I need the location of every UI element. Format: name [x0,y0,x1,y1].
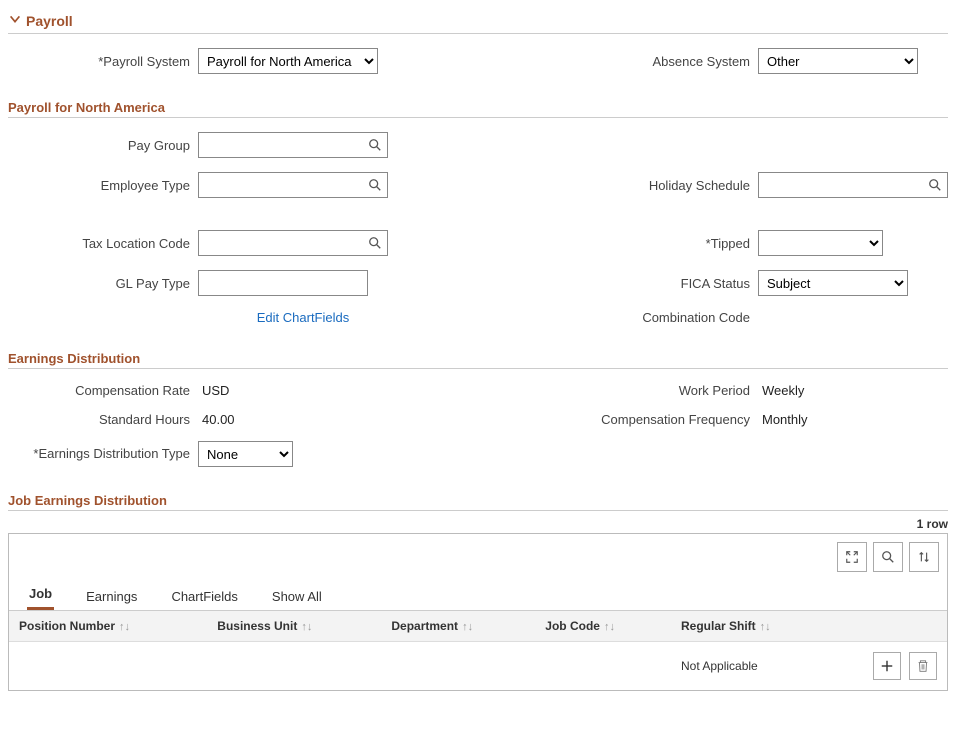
gl-pay-type-input[interactable] [198,270,368,296]
tab-earnings[interactable]: Earnings [84,583,139,610]
sort-icon: ↑↓ [760,621,771,633]
work-period-label: Work Period [568,383,758,398]
col-regular-shift[interactable]: Regular Shift↑↓ [671,611,837,642]
cell-position-number [9,642,207,691]
fica-status-select[interactable]: Subject [758,270,908,296]
cell-job-code [535,642,671,691]
sort-icon: ↑↓ [462,621,473,633]
comp-freq-value: Monthly [758,412,808,427]
payroll-system-select[interactable]: Payroll for North America [198,48,378,74]
employee-type-input[interactable] [198,172,388,198]
comp-freq-label: Compensation Frequency [568,412,758,427]
sort-icon[interactable] [909,542,939,572]
cell-business-unit [207,642,381,691]
dist-type-select[interactable]: None [198,441,293,467]
comp-rate-value: USD [198,383,229,398]
combination-code-label: Combination Code [568,310,758,325]
work-period-value: Weekly [758,383,804,398]
job-earnings-grid: Job Earnings ChartFields Show All Positi… [8,533,948,691]
tipped-label: *Tipped [568,236,758,251]
dist-type-label: *Earnings Distribution Type [8,446,198,463]
search-icon[interactable] [366,176,384,194]
pay-group-input[interactable] [198,132,388,158]
delete-row-button[interactable] [909,652,937,680]
col-business-unit[interactable]: Business Unit↑↓ [207,611,381,642]
col-job-code[interactable]: Job Code↑↓ [535,611,671,642]
std-hours-value: 40.00 [198,412,235,427]
absence-system-label: Absence System [568,54,758,69]
gl-pay-type-label: GL Pay Type [8,276,198,291]
earnings-header: Earnings Distribution [8,345,948,369]
row-count: 1 row [8,517,948,531]
sort-icon: ↑↓ [119,621,130,633]
col-department[interactable]: Department↑↓ [381,611,535,642]
holiday-schedule-label: Holiday Schedule [568,178,758,193]
col-position-number[interactable]: Position Number↑↓ [9,611,207,642]
tab-show-all[interactable]: Show All [270,583,324,610]
chevron-down-icon [8,12,22,29]
search-icon[interactable] [926,176,944,194]
pay-group-label: Pay Group [8,138,198,153]
payroll-system-label: *Payroll System [8,54,198,69]
cell-regular-shift: Not Applicable [671,642,837,691]
fica-status-label: FICA Status [568,276,758,291]
add-row-button[interactable] [873,652,901,680]
holiday-schedule-input[interactable] [758,172,948,198]
std-hours-label: Standard Hours [8,412,198,427]
expand-icon[interactable] [837,542,867,572]
search-icon[interactable] [366,136,384,154]
tax-location-label: Tax Location Code [8,236,198,251]
absence-system-select[interactable]: Other [758,48,918,74]
comp-rate-label: Compensation Rate [8,383,198,398]
payroll-section-title: Payroll [26,13,73,29]
payroll-section-header[interactable]: Payroll [8,8,948,34]
sort-icon: ↑↓ [301,621,312,633]
tab-chartfields[interactable]: ChartFields [169,583,239,610]
table-row: Not Applicable [9,642,947,691]
employee-type-label: Employee Type [8,178,198,193]
edit-chartfields-link[interactable]: Edit ChartFields [257,310,349,325]
search-icon[interactable] [366,234,384,252]
job-dist-header: Job Earnings Distribution [8,487,948,511]
cell-department [381,642,535,691]
tab-job[interactable]: Job [27,580,54,610]
tax-location-input[interactable] [198,230,388,256]
pfna-header: Payroll for North America [8,94,948,118]
sort-icon: ↑↓ [604,621,615,633]
search-icon[interactable] [873,542,903,572]
tipped-select[interactable] [758,230,883,256]
